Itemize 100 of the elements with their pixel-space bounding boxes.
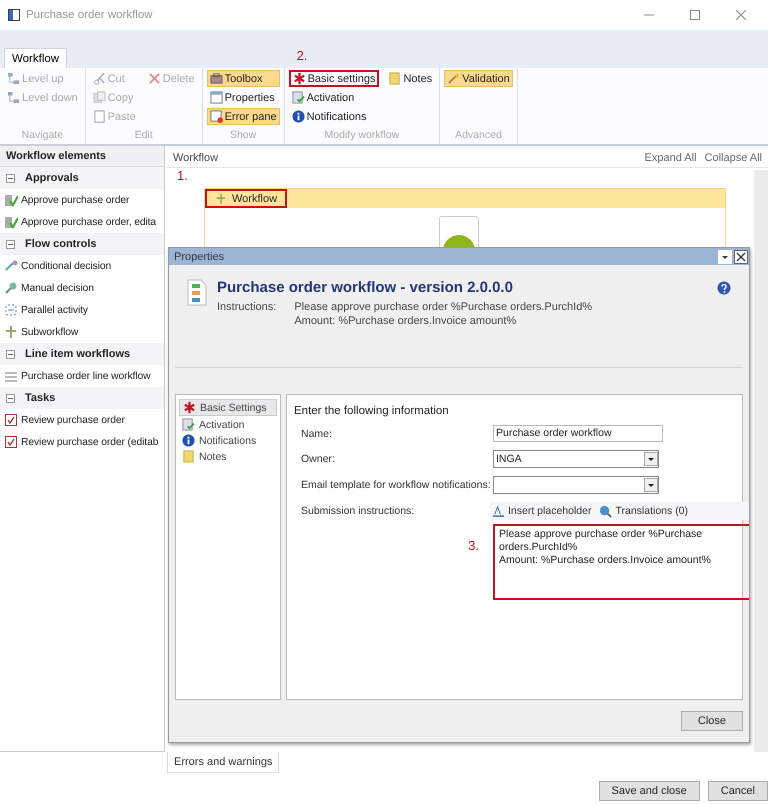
group-label: Navigate [20,129,64,143]
input-field[interactable]: Purchase order workflow [493,425,663,442]
group-label: Modify workflow [324,129,400,143]
document-icon [187,279,207,306]
group-label: Advanced [454,129,503,143]
instructions-text: Please approve purchase order %Purchase orders.PurchId% [294,301,592,313]
section-title: Line item workflows [25,348,130,360]
lines-icon [4,369,18,383]
toolbar-button[interactable]: Insert placeholder [490,502,594,520]
ribbon-button[interactable]: Toolbox [206,70,280,87]
dropdown-icon[interactable] [718,250,732,264]
nav-item[interactable]: Activation [179,417,277,432]
field-label: Owner: [301,453,336,465]
toolbox-item[interactable]: Approve purchase order, edita [0,211,164,233]
dropdown-icon [644,452,658,466]
hierarchy-icon [7,91,20,104]
link[interactable]: Collapse All [704,152,762,164]
dropdown-field[interactable]: INGA [493,450,659,468]
collapse-icon[interactable] [6,350,15,358]
toolbox-item[interactable]: Purchase order line workflow [0,365,164,387]
ribbon-button[interactable]: Validation [444,70,513,87]
toolbox-item[interactable]: Conditional decision [0,255,164,277]
asterisk-icon [292,72,306,85]
ribbon-button[interactable]: Notifications [288,108,380,125]
approval-icon [4,193,18,207]
section-title: Approvals [25,172,79,184]
ribbon-button[interactable]: Activation [288,89,380,106]
workflow-node[interactable]: Workflow [205,189,288,208]
callout-number: 1. [177,168,188,183]
dialog-button[interactable]: Save and close [598,781,700,801]
collapse-icon[interactable] [6,174,15,182]
close-button[interactable]: Close [680,711,743,731]
dialog-title: Properties [174,250,224,262]
group-label: Show [228,129,258,143]
document-check-icon [182,418,195,431]
app-icon [8,9,20,21]
info-icon [292,110,305,123]
field-label: Name: [301,428,333,440]
toolbox-item[interactable]: Parallel activity [0,299,164,321]
panel-header: Workflow elements [0,146,164,167]
instructions-text: Amount: %Purchase orders.Invoice amount% [294,315,518,327]
approval-icon [4,215,18,229]
parallel-icon [4,303,18,317]
field-label: Submission instructions: [301,505,416,517]
info-icon [182,434,195,447]
canvas-title: Workflow [173,152,218,164]
x-icon [148,72,161,85]
section-intro: Enter the following information [294,405,450,417]
nav-item[interactable]: Basic Settings [179,399,277,416]
decision-icon [4,259,18,273]
callout-number: 2. [296,48,308,63]
ribbon-button[interactable]: Notes [385,70,436,87]
insert-icon [492,504,505,518]
task-icon [4,413,18,427]
nav-item[interactable]: Notes [179,449,277,464]
toolbar-button[interactable]: Translations (0) [597,502,690,520]
note-icon [388,72,402,85]
pane-icon [210,110,223,123]
decision-icon [4,281,18,295]
field-label: Email template for workflow notifications: [301,479,492,491]
callout-number: 3. [468,537,479,553]
close-icon[interactable] [734,250,748,264]
collapse-icon[interactable] [6,394,15,402]
section-title: Tasks [25,392,56,404]
pane-tab[interactable]: Errors and warnings [167,752,280,773]
toolbox-icon [210,72,223,85]
instructions-label: Instructions: [217,301,276,315]
dropdown-icon [644,478,658,492]
paste-icon [92,110,106,123]
toolbox-item[interactable]: Review purchase order [0,409,164,431]
collapse-icon[interactable] [6,240,15,248]
toolbox-item[interactable]: Review purchase order (editab [0,431,164,453]
toolbox-item[interactable]: Subworkflow [0,321,164,343]
window-icon [210,91,223,104]
hierarchy-icon [7,72,20,85]
section-title: Flow controls [25,238,96,250]
task-icon [4,435,18,449]
wand-icon [447,72,460,85]
asterisk-icon [183,401,196,414]
document-check-icon [292,91,305,104]
link[interactable]: Expand All [644,152,697,164]
text-area[interactable]: Please approve purchase order %Purchase orders.PurchId% Amount: %Purchase orders.Invoice amount% [493,524,749,600]
note-icon [182,450,195,463]
dropdown-field[interactable] [493,476,659,494]
dialog-heading: Purchase order workflow - version 2.0.0.0 [217,279,514,296]
ribbon-button[interactable]: Error pane [206,108,280,125]
toolbox-item[interactable]: Approve purchase order [0,189,164,211]
toolbox-item[interactable]: Manual decision [0,277,164,299]
ribbon-button[interactable]: Properties [206,89,280,106]
ribbon-button[interactable]: Basic settings [288,70,380,87]
dialog-button[interactable]: Cancel [708,781,768,801]
maximize-icon[interactable] [690,10,700,20]
help-icon[interactable] [717,281,731,295]
flow-icon [4,325,18,339]
scissors-icon [92,72,106,85]
ribbon-tab[interactable]: Workflow [4,48,68,68]
nav-item[interactable]: Notifications [179,433,277,448]
flow-icon [215,192,227,204]
group-label: Edit [134,129,154,143]
window-title: Purchase order workflow [26,9,153,21]
